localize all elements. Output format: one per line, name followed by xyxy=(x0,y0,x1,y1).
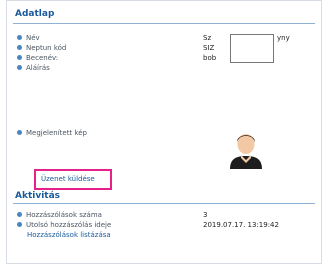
redaction-box xyxy=(230,34,274,63)
last-post-label: Utolsó hozzászólás ideje xyxy=(26,221,112,229)
activity-divider xyxy=(13,203,315,204)
nickname-label: Becenév: xyxy=(26,54,59,62)
user-profile-panel: Adatlap Név Sz yny Neptun kód SIZ Becené… xyxy=(6,0,322,264)
neptun-code-value: SIZ xyxy=(203,44,215,52)
send-message-link[interactable]: Üzenet küldése xyxy=(41,175,95,183)
bullet-icon xyxy=(17,64,22,70)
bullet-icon xyxy=(17,54,22,60)
name-value-tail: yny xyxy=(277,34,290,42)
last-post-row: Utolsó hozzászólás ideje xyxy=(17,221,111,230)
datasheet-divider xyxy=(13,23,315,24)
list-posts-link[interactable]: Hozzászólások listázása xyxy=(27,231,111,240)
nickname-row: Becenév: xyxy=(17,54,58,63)
bullet-icon xyxy=(17,129,22,135)
neptun-code-label: Neptun kód xyxy=(26,44,67,52)
bullet-icon xyxy=(17,34,22,40)
datasheet-title: Adatlap xyxy=(15,9,55,19)
post-count-label: Hozzászólások száma xyxy=(26,211,102,219)
profile-image-row: Megjelenített kép xyxy=(17,129,87,138)
name-value: Sz xyxy=(203,34,212,42)
nickname-value: bob xyxy=(203,54,217,62)
name-label: Név xyxy=(26,34,40,42)
user-avatar-icon xyxy=(226,129,266,169)
bullet-icon xyxy=(17,211,22,217)
profile-image-label: Megjelenített kép xyxy=(26,129,87,137)
name-row: Név xyxy=(17,34,40,43)
last-post-value: 2019.07.17. 13:19:42 xyxy=(203,221,279,229)
post-count-row: Hozzászólások száma xyxy=(17,211,102,220)
bullet-icon xyxy=(17,221,22,227)
post-count-value: 3 xyxy=(203,211,208,219)
signature-label: Aláírás xyxy=(26,64,50,72)
bullet-icon xyxy=(17,44,22,50)
neptun-code-row: Neptun kód xyxy=(17,44,66,53)
activity-title: Aktivitás xyxy=(15,191,61,201)
signature-row: Aláírás xyxy=(17,64,50,73)
